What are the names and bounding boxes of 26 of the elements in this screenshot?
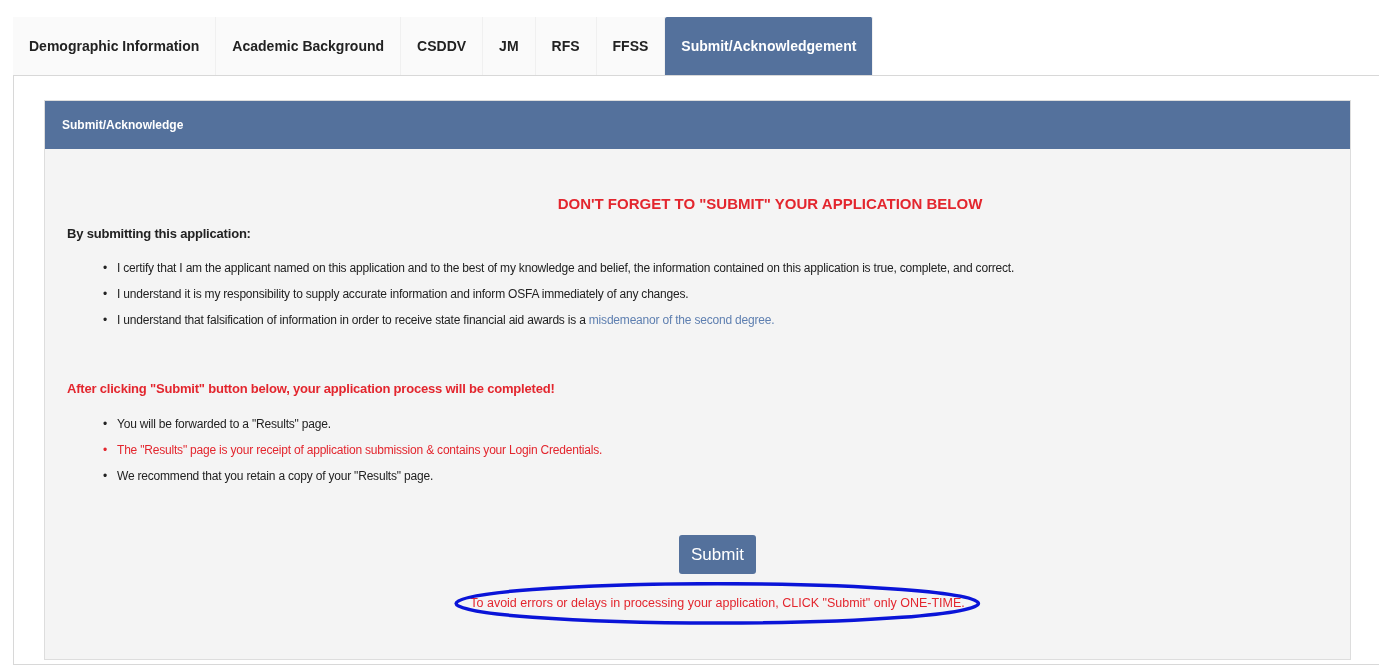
tab[interactable]: CSDDV xyxy=(401,17,484,75)
tab[interactable]: Demographic Information xyxy=(13,17,217,75)
bullet: • xyxy=(103,286,107,303)
statute-link[interactable]: misdemeanor of the second degree. xyxy=(588,313,775,327)
warning-text: To avoid errors or delays in processing your application, CLICK "Submit" only ONE-TIME. xyxy=(470,595,965,612)
tab[interactable]: FFSS xyxy=(596,17,666,75)
info-text: The "Results" page is your receipt of application submission & contains your Login Credentials. xyxy=(117,441,603,459)
intro-text: By submitting this application: xyxy=(67,224,252,243)
tab[interactable]: Submit/Acknowledgement xyxy=(665,17,874,75)
certification-text: I certify that I am the applicant named on this application and to the best of my knowledge and belief, the information contained on this application is true, complete, and correct. xyxy=(117,260,1015,277)
bullet: • xyxy=(103,312,107,329)
info-text: You will be forwarded to a "Results" page. xyxy=(117,415,331,433)
tab[interactable]: RFS xyxy=(535,17,597,75)
tab[interactable]: Academic Background xyxy=(216,17,402,75)
notice-heading: DON'T FORGET TO "SUBMIT" YOUR APPLICATION BELOW xyxy=(556,194,984,214)
bullet: • xyxy=(103,415,107,433)
tab[interactable]: JM xyxy=(483,17,536,75)
panel-title: Submit/Acknowledge xyxy=(45,101,1350,149)
info-text: We recommend that you retain a copy of your "Results" page. xyxy=(117,467,433,485)
bullet: • xyxy=(103,441,107,459)
completion-heading: After clicking "Submit" button below, your application process will be completed! xyxy=(67,380,556,398)
bullet: • xyxy=(103,260,107,277)
submit-button[interactable]: Submit xyxy=(679,534,756,574)
certification-text: I understand that falsification of information in order to receive state financial aid awards is a misdemeanor of the second degree. xyxy=(117,312,775,329)
bullet: • xyxy=(103,467,107,485)
certification-text: I understand it is my responsibility to supply accurate information and inform OSFA immediately of any changes. xyxy=(117,286,689,303)
